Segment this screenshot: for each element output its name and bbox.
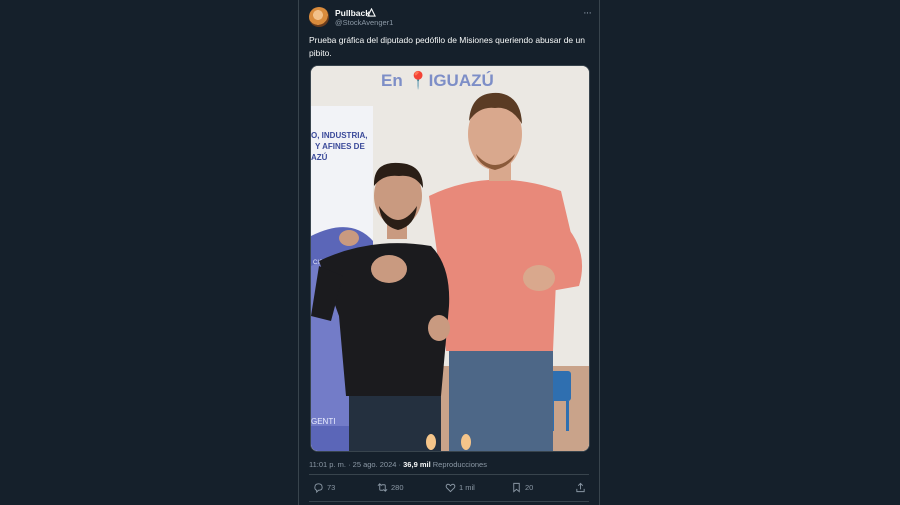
tweet-date[interactable]: 25 ago. 2024 — [353, 460, 397, 469]
bookmark-count: 20 — [525, 483, 534, 492]
overlay-sign: En 📍IGUAZÚ — [381, 70, 494, 90]
reply-icon — [314, 483, 323, 493]
banner-line-3: AZÚ — [311, 153, 328, 162]
reply-count: 73 — [327, 483, 336, 492]
tweet-card[interactable]: Pullback @StockAvenger1 ··· Prueba gráfi… — [298, 0, 600, 505]
tweet-meta: 11:01 p. m. · 25 ago. 2024 · 36,9 mil Re… — [309, 460, 487, 469]
banner-footer: GENTI — [311, 417, 335, 426]
tweet-text: Prueba gráfica del diputado pedófilo de … — [309, 35, 585, 58]
more-icon[interactable]: ··· — [583, 7, 592, 19]
reply-button[interactable]: 73 — [313, 482, 335, 493]
avatar[interactable] — [309, 7, 329, 27]
views-count: 36,9 mil — [403, 460, 431, 469]
meta-separator: · — [348, 460, 351, 469]
share-button[interactable] — [575, 482, 586, 493]
tweet-photo[interactable]: O, INDUSTRIA, Y AFINES DE AZÚ CIO GENTI … — [310, 65, 590, 452]
display-name[interactable]: Pullback — [335, 8, 370, 18]
retweet-button[interactable]: 280 — [377, 482, 404, 493]
banner-line-2: Y AFINES DE — [315, 142, 365, 151]
retweet-icon — [377, 483, 388, 492]
like-count: 1 mil — [459, 483, 475, 492]
like-icon — [445, 483, 456, 493]
verified-icon — [367, 8, 376, 17]
banner-line-1: O, INDUSTRIA, — [311, 131, 367, 140]
action-bar: 73 280 1 mil 20 — [309, 482, 589, 498]
photo-illustration: O, INDUSTRIA, Y AFINES DE AZÚ CIO GENTI … — [311, 66, 589, 451]
tweet-time[interactable]: 11:01 p. m. — [309, 460, 346, 469]
views-label: Reproducciones — [432, 460, 487, 469]
handle[interactable]: @StockAvenger1 — [335, 18, 393, 27]
bottom-divider — [309, 501, 589, 502]
tweet-header: Pullback @StockAvenger1 ··· — [309, 6, 592, 30]
share-icon — [576, 482, 585, 493]
divider — [309, 474, 589, 475]
retweet-count: 280 — [391, 483, 404, 492]
bookmark-button[interactable]: 20 — [511, 482, 533, 493]
bookmark-icon — [513, 482, 520, 493]
like-button[interactable]: 1 mil — [445, 482, 475, 493]
meta-separator: · — [398, 460, 402, 469]
